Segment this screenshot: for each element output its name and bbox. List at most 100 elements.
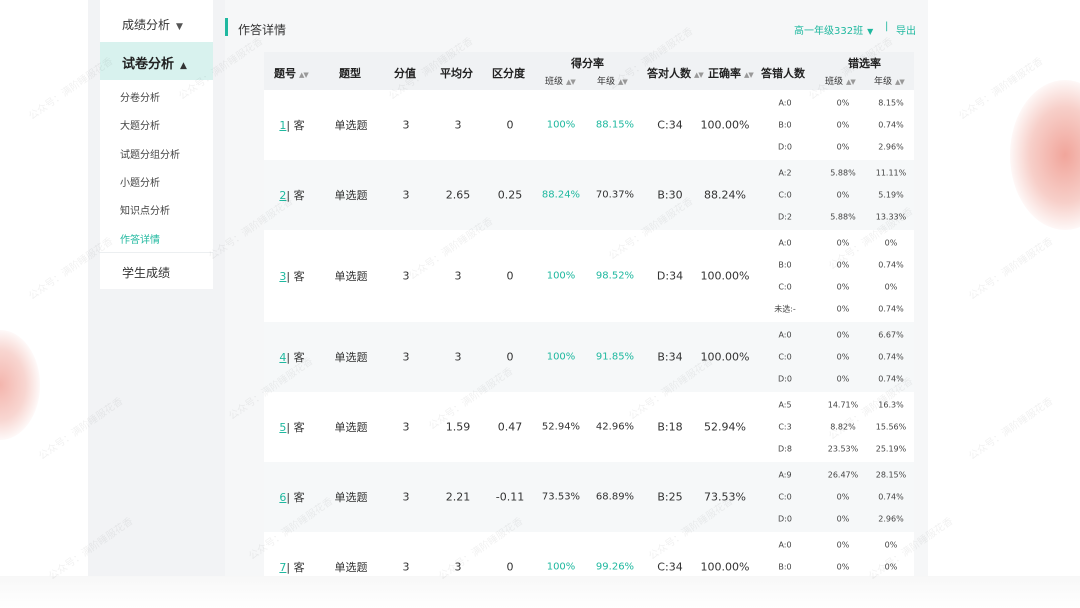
class-score-rate: 100% xyxy=(546,351,576,363)
decorative-blob-left xyxy=(0,330,40,440)
wrong-option: D:0 xyxy=(778,374,792,384)
wrong-rate-grade: 2.96% xyxy=(878,514,904,524)
sidebar-group-paper-analysis[interactable]: 试卷分析 ▲ xyxy=(100,42,213,80)
wrong-rate-grade: 0.74% xyxy=(878,260,904,270)
question-tag: | 客 xyxy=(286,351,305,364)
question-link[interactable]: 4 xyxy=(279,351,286,364)
col-subheader-grade[interactable]: 年级 ▲▼ xyxy=(874,74,905,87)
question-type: 单选题 xyxy=(334,119,368,132)
bottom-fade xyxy=(0,576,1080,608)
wrong-rate-class: 0% xyxy=(836,562,850,572)
wrong-option: A:0 xyxy=(778,238,792,248)
col-subheader-grade[interactable]: 年级 ▲▼ xyxy=(597,74,628,87)
wrong-rate-grade: 0% xyxy=(884,238,898,248)
col-header-type: 题型 xyxy=(339,67,361,80)
question-number-cell: 5| 客 xyxy=(279,419,304,435)
sidebar-subitem-question[interactable]: 小题分析 xyxy=(120,174,160,189)
question-link[interactable]: 3 xyxy=(279,270,286,283)
discrimination: 0.47 xyxy=(497,420,523,434)
sidebar-item-score-analysis[interactable]: 成绩分析 ▼ xyxy=(100,0,213,42)
wrong-rate-class: 0% xyxy=(836,190,850,200)
sidebar-subitem-paper[interactable]: 分卷分析 xyxy=(120,89,160,104)
wrong-rate-grade: 6.67% xyxy=(878,330,904,340)
col-subheader-class[interactable]: 班级 ▲▼ xyxy=(825,74,856,87)
question-link[interactable]: 2 xyxy=(279,189,286,202)
class-score-rate: 73.53% xyxy=(541,491,581,503)
export-button[interactable]: 导出 xyxy=(896,22,916,37)
accuracy-rate: 52.94% xyxy=(704,420,746,434)
class-score-rate: 100% xyxy=(546,270,576,282)
question-link[interactable]: 7 xyxy=(279,561,286,574)
question-score: 3 xyxy=(402,420,410,434)
question-score: 3 xyxy=(402,188,410,202)
wrong-rate-class: 0% xyxy=(836,514,850,524)
wrong-rate-class: 0% xyxy=(836,282,850,292)
average-score: 3 xyxy=(454,350,462,364)
watermark: 公众号：满阶睡服花香 xyxy=(967,395,1056,463)
correct-count: B:18 xyxy=(657,420,683,434)
wrong-rate-grade: 0.74% xyxy=(878,374,904,384)
question-type: 单选题 xyxy=(334,189,368,202)
accuracy-rate: 88.24% xyxy=(704,188,746,202)
question-type: 单选题 xyxy=(334,351,368,364)
discrimination: 0 xyxy=(506,118,514,132)
wrong-rate-grade: 0.74% xyxy=(878,120,904,130)
col-header-correct-count[interactable]: 答对人数 ▲▼ xyxy=(647,65,704,81)
question-link[interactable]: 5 xyxy=(279,421,286,434)
wrong-option: D:2 xyxy=(778,212,792,222)
wrong-rate-class: 0% xyxy=(836,120,850,130)
sidebar-subitem-group[interactable]: 试题分组分析 xyxy=(120,146,180,161)
sidebar-item-student-scores[interactable]: 学生成绩 xyxy=(100,252,213,289)
wrong-rate-grade: 25.19% xyxy=(875,444,907,454)
table-row: 7| 客 单选题 3 3 0 100% 99.26% C:34 100.00% A:0 0% 0% B:… xyxy=(264,532,914,576)
accuracy-rate: 100.00% xyxy=(700,350,750,364)
wrong-option: A:2 xyxy=(778,168,792,178)
sidebar-subitem-section[interactable]: 大题分析 xyxy=(120,117,160,132)
class-select[interactable]: 高一年级332班 ▼ xyxy=(794,22,873,37)
wrong-rate-class: 0% xyxy=(836,330,850,340)
question-number-cell: 3| 客 xyxy=(279,268,304,284)
wrong-rate-grade: 16.3% xyxy=(878,400,904,410)
wrong-option: D:8 xyxy=(778,444,792,454)
sort-icon[interactable]: ▲▼ xyxy=(744,71,754,79)
wrong-rate-grade: 0% xyxy=(884,562,898,572)
col-header-discrimination: 区分度 xyxy=(492,67,525,80)
grade-score-rate: 70.37% xyxy=(595,189,635,201)
sidebar: 成绩分析 ▼ 试卷分析 ▲ 分卷分析 大题分析 试题分组分析 小题分析 知识点分析 … xyxy=(100,0,213,289)
grade-score-rate: 91.85% xyxy=(595,351,635,363)
question-score: 3 xyxy=(402,560,410,574)
wrong-rate-class: 5.88% xyxy=(830,168,856,178)
col-header-number[interactable]: 题号 ▲▼ xyxy=(274,65,309,81)
col-header-accuracy[interactable]: 正确率 ▲▼ xyxy=(708,65,754,81)
question-number-cell: 7| 客 xyxy=(279,559,304,575)
sort-icon[interactable]: ▲▼ xyxy=(846,78,856,86)
average-score: 3 xyxy=(454,118,462,132)
question-score: 3 xyxy=(402,490,410,504)
sidebar-item-label: 学生成绩 xyxy=(122,266,171,280)
sidebar-subitem-answer-details[interactable]: 作答详情 xyxy=(120,231,160,246)
wrong-option: D:0 xyxy=(778,142,792,152)
table-row: 2| 客 单选题 3 2.65 0.25 88.24% 70.37% B:30 88.24% A:… xyxy=(264,160,914,230)
sort-icon[interactable]: ▲▼ xyxy=(299,71,309,79)
wrong-option: B:0 xyxy=(778,120,792,130)
sort-icon[interactable]: ▲▼ xyxy=(895,78,905,86)
class-score-rate: 100% xyxy=(546,119,576,131)
col-subheader-class[interactable]: 班级 ▲▼ xyxy=(545,74,576,87)
sort-icon[interactable]: ▲▼ xyxy=(694,71,704,79)
wrong-rate-grade: 0.74% xyxy=(878,352,904,362)
title-accent-bar xyxy=(225,18,228,36)
wrong-option: B:0 xyxy=(778,562,792,572)
question-number-cell: 2| 客 xyxy=(279,187,304,203)
grade-score-rate: 88.15% xyxy=(595,119,635,131)
question-link[interactable]: 1 xyxy=(279,119,286,132)
sort-icon[interactable]: ▲▼ xyxy=(618,78,628,86)
sort-icon[interactable]: ▲▼ xyxy=(566,78,576,86)
discrimination: 0 xyxy=(506,269,514,283)
header-separator: | xyxy=(885,21,889,32)
col-header-score-rate: 得分率 xyxy=(571,57,604,70)
question-number-cell: 4| 客 xyxy=(279,349,304,365)
wrong-rate-grade: 0.74% xyxy=(878,492,904,502)
sidebar-subitem-knowledge[interactable]: 知识点分析 xyxy=(120,202,170,217)
table-row: 4| 客 单选题 3 3 0 100% 91.85% B:34 100.00% A:0 0% 6.67… xyxy=(264,322,914,392)
question-link[interactable]: 6 xyxy=(279,491,286,504)
